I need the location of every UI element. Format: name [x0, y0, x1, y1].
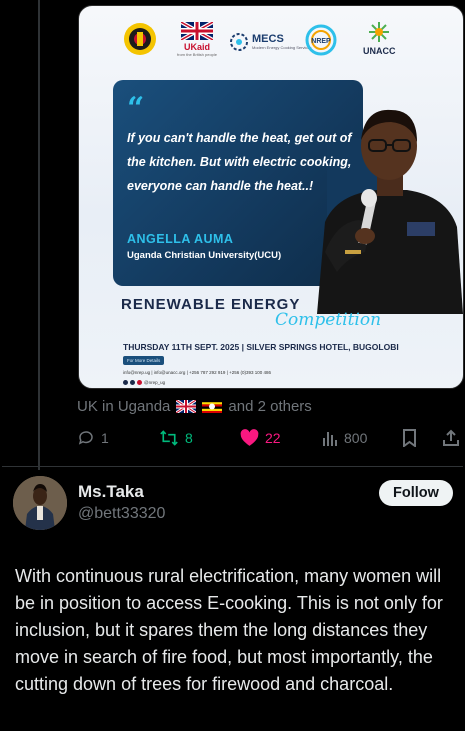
bookmark-button[interactable] [402, 428, 417, 448]
uk-flag-icon [176, 400, 197, 413]
sponsor-logos: UKaid from the British people MECS Moder… [79, 18, 463, 68]
tagged-accounts-row[interactable]: UK in Uganda and 2 others [77, 398, 312, 415]
tweet-divider [2, 466, 463, 467]
reply-tweet-text: With continuous rural electrification, m… [15, 566, 443, 694]
reply-icon [78, 431, 93, 445]
reply-user-name[interactable]: Ms.Taka [78, 482, 144, 502]
tweet-media-poster[interactable]: UKaid from the British people MECS Moder… [78, 5, 464, 389]
speaker-organization: Uganda Christian University(UCU) [127, 250, 282, 261]
ukaid-text: UKaid [184, 42, 211, 52]
tweet-action-bar: 1 8 22 800 [77, 428, 463, 450]
mecs-logo: MECS Modern Energy Cooking Services [229, 32, 312, 52]
unacc-logo: UNACC [363, 20, 396, 56]
repost-icon [160, 430, 178, 446]
tweet-thread: UKaid from the British people MECS Moder… [2, 0, 464, 731]
contact-info: info@nrep.ug | info@unacc.org | +256 787… [123, 370, 272, 375]
reply-user-handle[interactable]: @bett33320 [78, 505, 165, 523]
tagged-others-text[interactable]: and 2 others [228, 398, 311, 415]
mecs-subtext: Modern Energy Cooking Services [252, 45, 312, 50]
youtube-icon [137, 380, 142, 385]
follow-button[interactable]: Follow [379, 480, 453, 506]
views-count: 800 [344, 430, 368, 446]
avatar[interactable] [13, 476, 67, 530]
linkedin-icon [130, 380, 135, 385]
uganda-coat-of-arms-logo [123, 22, 157, 56]
event-title: RENEWABLE ENERGY [121, 296, 301, 313]
share-icon [443, 429, 459, 446]
ukaid-subtext: from the British people [177, 52, 218, 57]
uganda-flag-icon [202, 400, 223, 413]
tagged-account-name[interactable]: UK in Uganda [77, 398, 170, 415]
ukaid-logo: UKaid from the British people [177, 22, 217, 57]
reply-button[interactable]: 1 [77, 428, 109, 448]
heart-icon [240, 429, 259, 446]
repost-count: 8 [185, 430, 193, 446]
details-pill: For More Details [123, 356, 165, 365]
share-button[interactable] [442, 428, 460, 448]
bookmark-icon [403, 429, 416, 447]
speaker-name: ANGELLA AUMA [127, 232, 234, 246]
nrep-logo: NREP [305, 24, 337, 56]
nrep-logo-text: NREP [311, 38, 331, 45]
event-date-venue: THURSDAY 11TH SEPT. 2025 | SILVER SPRING… [123, 342, 399, 352]
speaker-photo [307, 102, 463, 314]
social-handle-text: @nrep_ug [144, 380, 166, 385]
reply-count: 1 [101, 430, 109, 446]
unacc-text: UNACC [363, 46, 396, 56]
views-button[interactable]: 800 [322, 428, 367, 448]
thread-connector-line [38, 0, 40, 470]
repost-button[interactable]: 8 [159, 428, 193, 448]
views-chart-icon [323, 432, 337, 446]
social-handles: @nrep_ug [123, 380, 165, 385]
like-button[interactable]: 22 [240, 428, 281, 448]
quote-mark-icon: “ [127, 91, 145, 126]
x-icon [123, 380, 128, 385]
like-count: 22 [265, 430, 281, 446]
event-script-title: Competition [275, 310, 382, 330]
mecs-text: MECS [252, 33, 284, 45]
